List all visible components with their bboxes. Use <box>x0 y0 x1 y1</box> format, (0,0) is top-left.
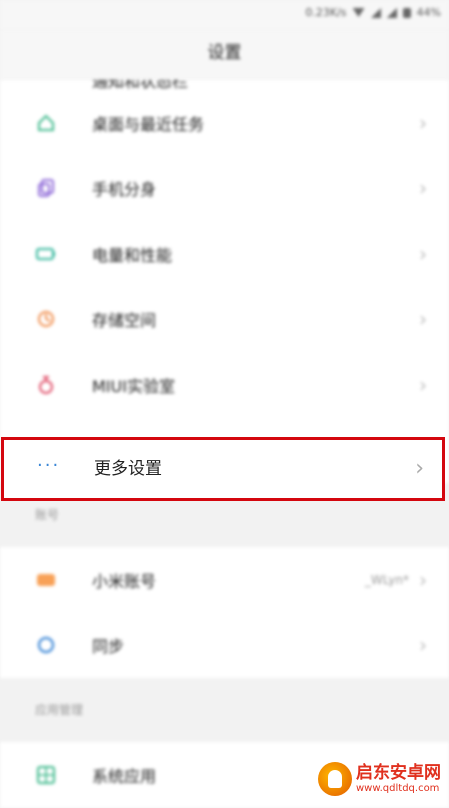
storage-icon <box>35 308 57 330</box>
watermark-sub: www.qdltdq.com <box>356 782 440 794</box>
signal-icon <box>370 7 381 18</box>
settings-item-miui-lab[interactable]: MIUI实验室 › <box>0 352 449 418</box>
chevron-right-icon: › <box>419 241 427 266</box>
watermark-text: 启东安卓网 www.qdltdq.com <box>356 764 441 794</box>
battery-icon <box>35 243 57 265</box>
settings-item-storage[interactable]: 存储空间 › <box>0 287 449 353</box>
chevron-right-icon: › <box>419 307 427 332</box>
settings-item-label: 更多设置 <box>94 459 162 479</box>
watermark-logo-icon <box>318 762 352 796</box>
network-speed: 0.23K/s <box>305 6 347 19</box>
settings-item-label: 存储空间 <box>92 311 157 331</box>
settings-item-notification[interactable]: 通知和状态栏 <box>0 80 449 90</box>
settings-item-label: 桌面与最近任务 <box>92 114 205 134</box>
more-icon: ··· <box>37 455 61 476</box>
chevron-right-icon: › <box>419 372 427 397</box>
page-title: 设置 <box>207 43 242 63</box>
settings-item-mi-account[interactable]: 小米账号 _WLyn* › <box>0 547 449 613</box>
system-settings-card: 通知和状态栏 桌面与最近任务 › 手机分身 › 电量和性能 › 存储空间 › M… <box>0 80 449 483</box>
status-bar: 0.23K/s 44% <box>0 0 449 30</box>
chevron-right-icon: › <box>415 456 424 481</box>
settings-item-more-settings[interactable]: ··· 更多设置 › <box>1 437 445 501</box>
clone-icon <box>35 177 57 199</box>
chevron-right-icon: › <box>419 110 427 135</box>
settings-item-desktop[interactable]: 桌面与最近任务 › <box>0 90 449 156</box>
sync-icon <box>35 634 57 656</box>
signal-icon-2 <box>386 7 397 18</box>
settings-item-label: MIUI实验室 <box>92 376 175 396</box>
watermark: 启东安卓网 www.qdltdq.com <box>318 762 441 796</box>
chevron-right-icon: › <box>419 633 427 658</box>
settings-item-dual-apps[interactable]: 手机分身 › <box>0 156 449 222</box>
settings-item-label: 电量和性能 <box>92 245 173 265</box>
settings-item-label: 小米账号 <box>92 571 157 591</box>
page-header: 设置 <box>0 30 449 80</box>
settings-item-sync[interactable]: 同步 › <box>0 613 449 679</box>
settings-item-battery[interactable]: 电量和性能 › <box>0 221 449 287</box>
settings-item-label: 同步 <box>92 637 125 657</box>
account-card: 小米账号 _WLyn* › 同步 › <box>0 547 449 678</box>
battery-level: 44% <box>416 6 441 19</box>
apps-icon <box>35 764 57 786</box>
wifi-icon <box>352 8 365 17</box>
chevron-right-icon: › <box>419 567 427 592</box>
section-title-apps: 应用管理 <box>0 678 449 742</box>
settings-item-label: 通知和状态栏 <box>92 80 189 90</box>
settings-item-label: 系统应用 <box>92 766 157 786</box>
mi-account-icon <box>35 569 57 591</box>
status-right: 0.23K/s 44% <box>305 6 441 19</box>
account-name: _WLyn* <box>364 572 409 587</box>
home-icon <box>35 112 57 134</box>
settings-item-label: 手机分身 <box>92 180 157 200</box>
chevron-right-icon: › <box>419 176 427 201</box>
lock-icon <box>402 7 411 18</box>
lab-icon <box>35 374 57 396</box>
watermark-main: 启东安卓网 <box>356 763 441 784</box>
